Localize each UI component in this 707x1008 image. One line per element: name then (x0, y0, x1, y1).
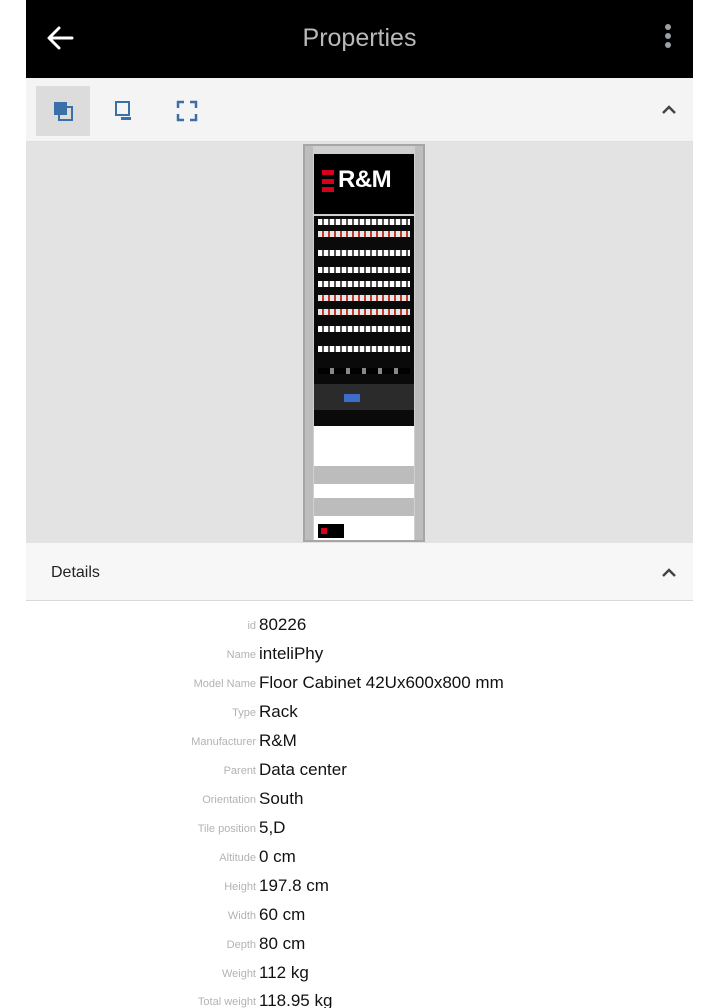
rack-units: R&M (314, 154, 414, 540)
rack-unit-shelf (314, 466, 414, 484)
view-toolbar (26, 78, 693, 142)
front-view-button[interactable] (36, 86, 90, 136)
fullscreen-icon (176, 100, 198, 122)
small-brand-logo-icon (318, 524, 344, 538)
rack-unit-empty (314, 484, 414, 498)
rack-unit-patch-panel (314, 264, 414, 278)
property-row-altitude: Altitude 0 cm (26, 844, 693, 873)
property-value: 112 kg (259, 963, 309, 982)
details-section-label: Details (51, 564, 100, 581)
rack-unit-server (314, 384, 414, 410)
rack-unit-patch-panel (314, 306, 414, 320)
property-value: Data center (259, 760, 347, 779)
property-value: South (259, 789, 304, 808)
rack-image[interactable]: R&M (303, 144, 425, 542)
property-row-manufacturer: Manufacturer R&M (26, 728, 693, 757)
rack-unit-blank (314, 410, 414, 426)
rack-unit-shelf (314, 498, 414, 516)
property-label: Tile position (197, 823, 256, 835)
property-row-id: id 80226 (26, 612, 693, 641)
property-label: Model Name (193, 678, 256, 690)
property-value: 80226 (259, 615, 307, 634)
property-row-depth: Depth 80 cm (26, 931, 693, 960)
property-row-height: Height 197.8 cm (26, 873, 693, 902)
rack-unit-base (314, 516, 414, 540)
more-vert-icon[interactable] (661, 22, 675, 56)
rack-unit-patch-panel (314, 216, 414, 228)
property-label: Type (232, 707, 256, 719)
property-label: Parent (223, 765, 256, 777)
property-value: R&M (259, 731, 297, 750)
collapse-preview-chevron-up-icon[interactable] (657, 98, 681, 122)
front-view-icon (54, 102, 73, 121)
brand-logo-icon (322, 170, 334, 192)
app-bar: Properties (26, 0, 693, 78)
property-row-weight: Weight 112 kg (26, 960, 693, 989)
properties-list: id 80226 Name inteliPhy Model Name Floor… (26, 602, 693, 1008)
rack-unit-patch-panel (314, 320, 414, 340)
property-label: Manufacturer (191, 736, 256, 748)
details-section-header[interactable]: Details (26, 543, 693, 601)
property-row-model-name: Model Name Floor Cabinet 42Ux600x800 mm (26, 670, 693, 699)
rack-unit-patch-panel (314, 278, 414, 292)
property-row-type: Type Rack (26, 699, 693, 728)
collapse-details-chevron-up-icon[interactable] (657, 561, 681, 585)
page-title: Properties (302, 24, 417, 52)
rack-unit-empty (314, 426, 414, 466)
rear-view-icon (115, 101, 131, 120)
property-label: Orientation (202, 794, 256, 806)
property-row-parent: Parent Data center (26, 757, 693, 786)
properties-screen: Properties R&M Details id 80226 Name int… (0, 0, 707, 1008)
property-label: Height (224, 881, 256, 893)
property-row-tile-position: Tile position 5,D (26, 815, 693, 844)
rack-preview: R&M (26, 142, 693, 543)
property-value: 0 cm (259, 847, 296, 866)
property-row-total-weight: Total weight 118.95 kg (26, 988, 693, 1008)
property-label: Width (227, 910, 256, 922)
property-value: Floor Cabinet 42Ux600x800 mm (259, 673, 504, 692)
property-label: Total weight (197, 996, 256, 1008)
property-label: Altitude (219, 852, 256, 864)
rack-unit-patch-panel (314, 340, 414, 358)
rack-brand-text: R&M (338, 166, 392, 193)
property-value: 197.8 cm (259, 876, 329, 895)
rack-rail-right (415, 146, 423, 540)
property-row-width: Width 60 cm (26, 902, 693, 931)
property-value: 118.95 kg (259, 991, 333, 1008)
property-label: Depth (226, 939, 256, 951)
property-label: Name (226, 649, 256, 661)
rack-unit-switch (314, 228, 414, 242)
fullscreen-button[interactable] (160, 86, 214, 136)
property-value: 60 cm (259, 905, 306, 924)
property-value: Rack (259, 702, 298, 721)
rack-rail-left (305, 146, 313, 540)
screen-edge (693, 0, 707, 1008)
property-label: Weight (221, 968, 256, 980)
rack-unit-server (314, 358, 414, 384)
rack-unit-blank (314, 242, 414, 264)
rear-view-button[interactable] (98, 86, 152, 136)
property-value: 80 cm (259, 934, 306, 953)
rack-unit-patch-panel (314, 292, 414, 306)
property-row-name: Name inteliPhy (26, 641, 693, 670)
rack-brand-panel: R&M (314, 154, 414, 214)
property-value: inteliPhy (259, 644, 324, 663)
property-value: 5,D (259, 818, 286, 837)
property-label: id (247, 620, 256, 632)
property-row-orientation: Orientation South (26, 786, 693, 815)
